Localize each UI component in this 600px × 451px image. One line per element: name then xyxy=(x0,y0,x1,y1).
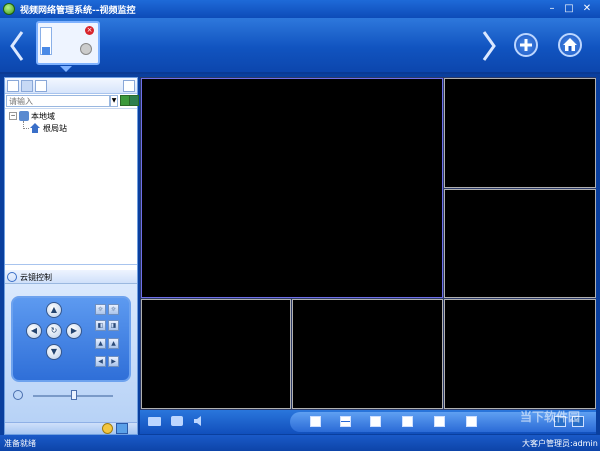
window-title: 视频网络管理系统--视频监控 xyxy=(20,6,136,16)
speed-slider-handle[interactable] xyxy=(71,390,77,400)
panel-toolbar xyxy=(5,78,137,94)
layout-8-icon[interactable] xyxy=(402,416,413,427)
ptz-icon xyxy=(7,272,17,282)
search-dropdown-icon[interactable]: ▼ xyxy=(110,95,118,107)
device-panel: ▼ − 本地域 根局站 云镜控制 ▲ ◀ ↻ ▶ ▼ ☼ ☼ ◧ ◨ ▲ ▲ ◀ xyxy=(4,77,139,435)
status-bar: 准备就绪 大客户管理员:admin xyxy=(0,435,600,451)
top-toolbar: × xyxy=(0,18,600,74)
search-input[interactable] xyxy=(6,95,110,107)
preset-left-icon[interactable]: ◀ xyxy=(95,356,106,367)
video-pane-1[interactable] xyxy=(141,78,443,298)
close-button[interactable]: ✕ xyxy=(581,3,593,14)
ptz-right-button[interactable]: ▶ xyxy=(66,323,82,339)
ptz-control: ▲ ◀ ↻ ▶ ▼ ☼ ☼ ◧ ◨ ▲ ▲ ◀ ▶ xyxy=(5,284,137,422)
home-button[interactable] xyxy=(558,33,582,57)
status-left: 准备就绪 xyxy=(4,439,36,448)
record-icon[interactable] xyxy=(148,417,161,426)
plus-icon xyxy=(520,39,532,51)
tree-collapse-icon[interactable]: − xyxy=(9,112,17,120)
home-icon xyxy=(563,38,577,51)
ptz-title: 云镜控制 xyxy=(20,273,52,282)
layout-16-icon[interactable] xyxy=(466,416,477,427)
video-pane-2[interactable] xyxy=(444,78,596,188)
watermark: 当下软件园 xyxy=(520,410,581,424)
ptz-down-button[interactable]: ▼ xyxy=(46,344,62,360)
zoom-out-icon[interactable]: ▲ xyxy=(108,338,119,349)
app-logo-icon xyxy=(3,3,15,15)
ptz-mode-icon[interactable] xyxy=(102,423,113,434)
camera-dome-icon xyxy=(80,43,92,55)
station-home-icon xyxy=(30,123,40,133)
layout-4-icon[interactable] xyxy=(340,416,351,427)
title-bar: 视频网络管理系统--视频监控 – □ ✕ xyxy=(0,0,600,18)
video-pane-6[interactable] xyxy=(444,299,596,409)
video-pane-3[interactable] xyxy=(444,189,596,298)
tree-item-root-station[interactable]: 根局站 xyxy=(43,123,67,134)
ptz-center-button[interactable]: ↻ xyxy=(46,323,62,339)
snapshot-icon[interactable] xyxy=(171,416,183,426)
status-user: 大客户管理员:admin xyxy=(522,439,598,448)
folder-icon[interactable] xyxy=(7,80,19,92)
thumbnail-close-icon[interactable]: × xyxy=(85,26,94,35)
ptz-left-button[interactable]: ◀ xyxy=(26,323,42,339)
zoom-in-icon[interactable]: ▲ xyxy=(95,338,106,349)
video-pane-5[interactable] xyxy=(292,299,443,409)
audio-icon[interactable] xyxy=(194,416,204,426)
thumbnail-pointer xyxy=(60,66,72,72)
monitor-icon[interactable] xyxy=(116,423,128,434)
focus-far-icon[interactable]: ◨ xyxy=(108,320,119,331)
iris-open-icon[interactable]: ☼ xyxy=(95,304,106,315)
next-arrow-icon[interactable] xyxy=(480,28,498,64)
network-icon xyxy=(19,111,29,121)
speed-icon xyxy=(13,390,23,400)
device-tree: − 本地域 根局站 xyxy=(5,109,137,265)
tree-item-local-domain[interactable]: 本地域 xyxy=(31,111,55,122)
video-pane-4[interactable] xyxy=(141,299,291,409)
video-grid xyxy=(140,77,596,410)
focus-near-icon[interactable]: ◧ xyxy=(95,320,106,331)
list-view-icon[interactable] xyxy=(35,80,47,92)
search-row: ▼ xyxy=(5,94,139,109)
layout-1-icon[interactable] xyxy=(310,416,321,427)
ptz-pad: ▲ ◀ ↻ ▶ ▼ ☼ ☼ ◧ ◨ ▲ ▲ ◀ ▶ xyxy=(11,296,131,382)
preset-right-icon[interactable]: ▶ xyxy=(108,356,119,367)
search-icon[interactable] xyxy=(123,80,135,92)
maximize-button[interactable]: □ xyxy=(563,3,575,14)
layout-9-icon[interactable] xyxy=(434,416,445,427)
minimize-button[interactable]: – xyxy=(546,3,558,14)
tree-line xyxy=(23,121,29,129)
add-view-button[interactable] xyxy=(514,33,538,57)
layout-6-icon[interactable] xyxy=(370,416,381,427)
filter-button[interactable] xyxy=(129,95,139,106)
iris-close-icon[interactable]: ☼ xyxy=(108,304,119,315)
prev-arrow-icon[interactable] xyxy=(8,28,26,64)
ptz-up-button[interactable]: ▲ xyxy=(46,302,62,318)
ptz-header: 云镜控制 xyxy=(5,270,137,284)
camera-icon xyxy=(42,47,50,55)
device-tree-icon[interactable] xyxy=(21,80,33,92)
ptz-footer xyxy=(5,422,137,434)
view-thumbnail[interactable]: × xyxy=(36,21,100,65)
